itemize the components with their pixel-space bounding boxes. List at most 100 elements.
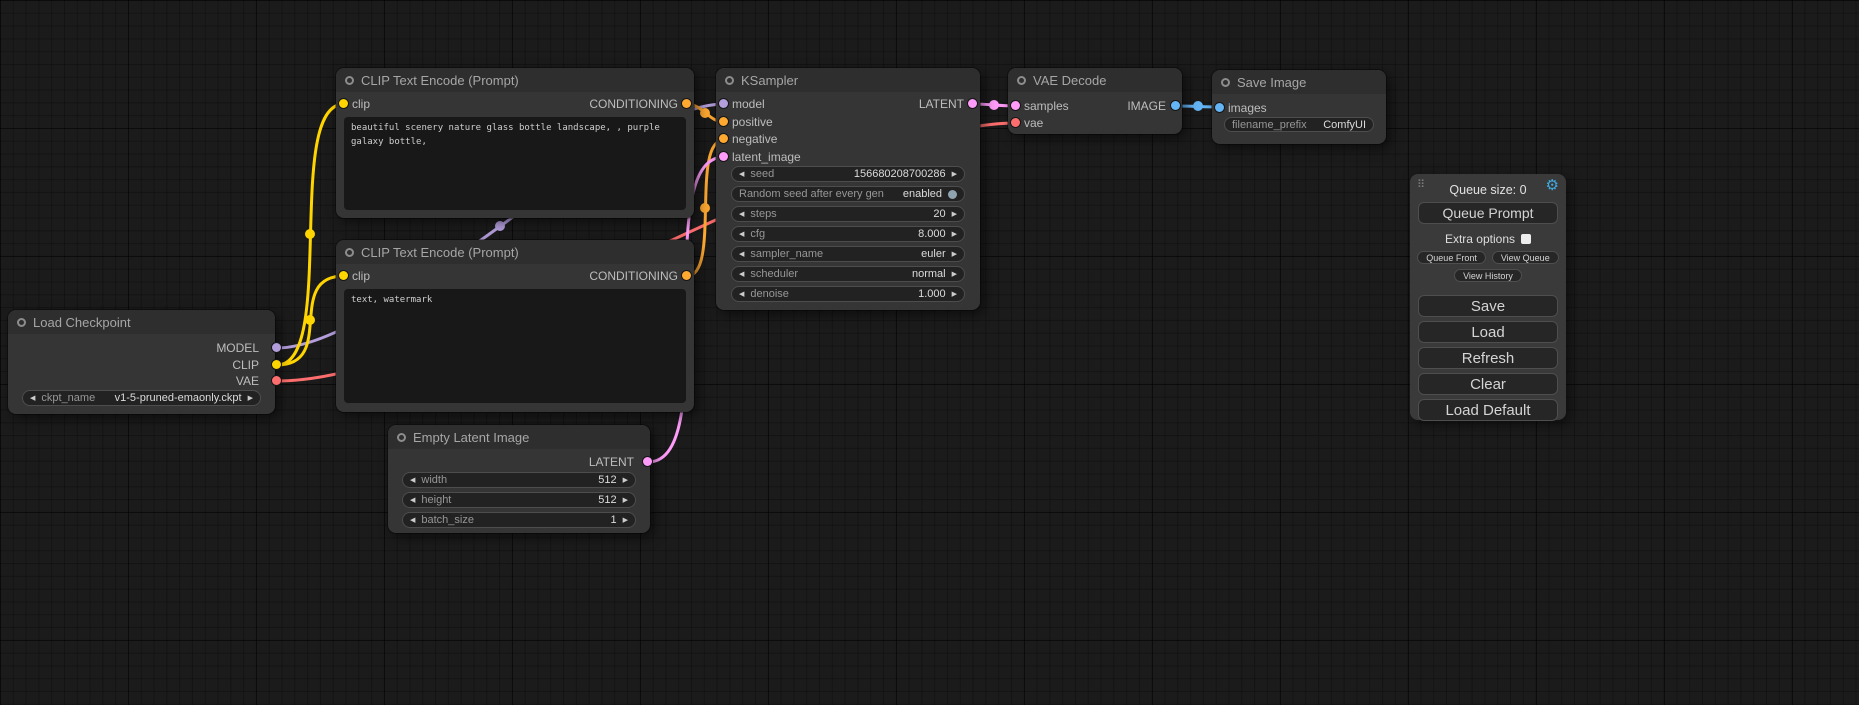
node-title-bar[interactable]: Save Image	[1212, 70, 1386, 94]
input-port-vae[interactable]	[1011, 118, 1020, 127]
queue-prompt-button[interactable]: Queue Prompt	[1418, 202, 1558, 224]
widget-width[interactable]: ◀ width 512 ▶	[402, 472, 636, 488]
output-label-model: MODEL	[216, 341, 259, 355]
output-port-model[interactable]	[272, 343, 281, 352]
increment-icon[interactable]: ▶	[623, 517, 628, 524]
input-port-clip[interactable]	[339, 271, 348, 280]
widget-seed[interactable]: ◀ seed 156680208700286 ▶	[731, 166, 965, 182]
output-label-latent: LATENT	[589, 455, 634, 469]
decrement-icon[interactable]: ◀	[739, 291, 744, 298]
input-port-images[interactable]	[1215, 103, 1224, 112]
node-title-bar[interactable]: Load Checkpoint	[8, 310, 275, 334]
widget-filename-prefix[interactable]: filename_prefix ComfyUI	[1224, 117, 1374, 132]
decrement-icon[interactable]: ◀	[410, 497, 415, 504]
decrement-icon[interactable]: ◀	[410, 477, 415, 484]
decrement-icon[interactable]: ◀	[30, 395, 35, 402]
widget-random-seed-toggle[interactable]: Random seed after every gen enabled	[731, 186, 965, 202]
increment-icon[interactable]: ▶	[952, 231, 957, 238]
node-vae-decode[interactable]: VAE Decode samples IMAGE vae	[1008, 68, 1182, 134]
increment-icon[interactable]: ▶	[952, 171, 957, 178]
negative-conditioning-link-midpoint[interactable]	[700, 203, 710, 213]
refresh-button[interactable]: Refresh	[1418, 347, 1558, 369]
widget-cfg[interactable]: ◀ cfg 8.000 ▶	[731, 226, 965, 242]
node-clip-text-encode-positive[interactable]: CLIP Text Encode (Prompt) clip CONDITION…	[336, 68, 694, 218]
widget-scheduler[interactable]: ◀ scheduler normal ▶	[731, 266, 965, 282]
input-port-model[interactable]	[719, 99, 728, 108]
output-port-latent[interactable]	[643, 457, 652, 466]
collapse-dot-icon[interactable]	[1221, 78, 1230, 87]
image-link-midpoint[interactable]	[1193, 101, 1203, 111]
node-title-bar[interactable]: CLIP Text Encode (Prompt)	[336, 240, 694, 264]
widget-sampler-name[interactable]: ◀ sampler_name euler ▶	[731, 246, 965, 262]
positive-conditioning-link-midpoint[interactable]	[700, 108, 710, 118]
widget-steps[interactable]: ◀ steps 20 ▶	[731, 206, 965, 222]
toggle-knob-icon[interactable]	[948, 190, 957, 199]
node-title-bar[interactable]: CLIP Text Encode (Prompt)	[336, 68, 694, 92]
increment-icon[interactable]: ▶	[623, 477, 628, 484]
node-graph-canvas[interactable]: Load Checkpoint MODEL CLIP VAE ◀ ckpt_na…	[0, 0, 1859, 705]
decrement-icon[interactable]: ◀	[739, 251, 744, 258]
view-history-button[interactable]: View History	[1454, 269, 1522, 282]
increment-icon[interactable]: ▶	[623, 497, 628, 504]
node-title-bar[interactable]: Empty Latent Image	[388, 425, 650, 449]
input-port-samples[interactable]	[1011, 101, 1020, 110]
node-title-bar[interactable]: KSampler	[716, 68, 980, 92]
increment-icon[interactable]: ▶	[248, 395, 253, 402]
input-label-positive: positive	[732, 115, 773, 129]
widget-batch-size[interactable]: ◀ batch_size 1 ▶	[402, 512, 636, 528]
node-ksampler[interactable]: KSampler model LATENT positive negative …	[716, 68, 980, 310]
widget-value: 1	[610, 514, 616, 526]
output-port-vae[interactable]	[272, 376, 281, 385]
sampler-latent-link-midpoint[interactable]	[989, 100, 999, 110]
clip-link-negative-midpoint[interactable]	[305, 315, 315, 325]
increment-icon[interactable]: ▶	[952, 211, 957, 218]
collapse-dot-icon[interactable]	[17, 318, 26, 327]
load-button[interactable]: Load	[1418, 321, 1558, 343]
queue-front-button[interactable]: Queue Front	[1417, 251, 1486, 264]
decrement-icon[interactable]: ◀	[739, 171, 744, 178]
widget-value: v1-5-pruned-emaonly.ckpt	[115, 392, 242, 404]
decrement-icon[interactable]: ◀	[739, 231, 744, 238]
settings-gear-icon[interactable]: ⚙	[1546, 178, 1559, 193]
collapse-dot-icon[interactable]	[345, 248, 354, 257]
collapse-dot-icon[interactable]	[725, 76, 734, 85]
collapse-dot-icon[interactable]	[1017, 76, 1026, 85]
decrement-icon[interactable]: ◀	[410, 517, 415, 524]
output-port-latent[interactable]	[968, 99, 977, 108]
increment-icon[interactable]: ▶	[952, 291, 957, 298]
node-save-image[interactable]: Save Image images filename_prefix ComfyU…	[1212, 70, 1386, 144]
output-port-conditioning[interactable]	[682, 271, 691, 280]
input-port-positive[interactable]	[719, 117, 728, 126]
widget-height[interactable]: ◀ height 512 ▶	[402, 492, 636, 508]
decrement-icon[interactable]: ◀	[739, 211, 744, 218]
collapse-dot-icon[interactable]	[397, 433, 406, 442]
input-port-negative[interactable]	[719, 134, 728, 143]
input-port-latent-image[interactable]	[719, 152, 728, 161]
input-port-clip[interactable]	[339, 99, 348, 108]
widget-denoise[interactable]: ◀ denoise 1.000 ▶	[731, 286, 965, 302]
save-button[interactable]: Save	[1418, 295, 1558, 317]
clear-button[interactable]: Clear	[1418, 373, 1558, 395]
input-label-negative: negative	[732, 132, 777, 146]
decrement-icon[interactable]: ◀	[739, 271, 744, 278]
node-clip-text-encode-negative[interactable]: CLIP Text Encode (Prompt) clip CONDITION…	[336, 240, 694, 412]
increment-icon[interactable]: ▶	[952, 271, 957, 278]
load-default-button[interactable]: Load Default	[1418, 399, 1558, 421]
widget-ckpt-name[interactable]: ◀ ckpt_name v1-5-pruned-emaonly.ckpt ▶	[22, 390, 261, 406]
view-queue-button[interactable]: View Queue	[1492, 251, 1559, 264]
extra-options-checkbox[interactable]	[1521, 234, 1531, 244]
model-link-midpoint[interactable]	[495, 221, 505, 231]
node-load-checkpoint[interactable]: Load Checkpoint MODEL CLIP VAE ◀ ckpt_na…	[8, 310, 275, 414]
prompt-textarea[interactable]: text, watermark	[344, 289, 686, 403]
output-port-clip[interactable]	[272, 360, 281, 369]
node-empty-latent-image[interactable]: Empty Latent Image LATENT ◀ width 512 ▶ …	[388, 425, 650, 533]
output-port-image[interactable]	[1171, 101, 1180, 110]
collapse-dot-icon[interactable]	[345, 76, 354, 85]
node-title-bar[interactable]: VAE Decode	[1008, 68, 1182, 92]
queue-menu-header: ⠿ Queue size: 0 ⚙	[1410, 174, 1566, 198]
output-port-conditioning[interactable]	[682, 99, 691, 108]
prompt-textarea[interactable]: beautiful scenery nature glass bottle la…	[344, 117, 686, 210]
increment-icon[interactable]: ▶	[952, 251, 957, 258]
drag-handle-icon[interactable]: ⠿	[1417, 180, 1425, 191]
clip-link-positive-midpoint[interactable]	[305, 229, 315, 239]
